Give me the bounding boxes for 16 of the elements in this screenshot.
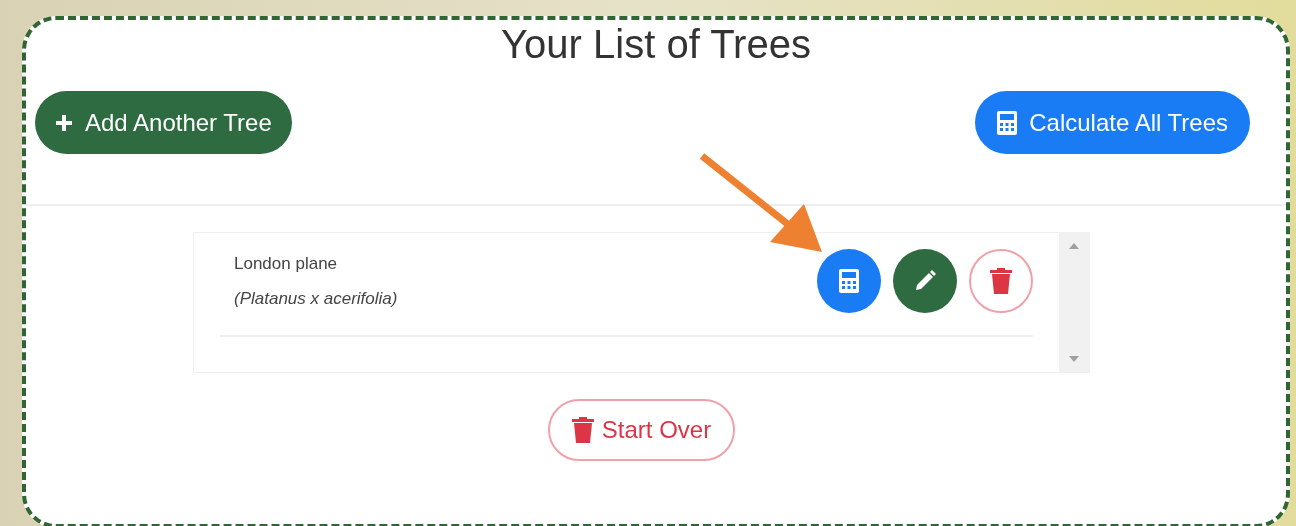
scroll-down-icon[interactable] — [1069, 356, 1079, 362]
tree-scientific-name: (Platanus x acerifolia) — [234, 288, 398, 310]
trash-icon — [990, 268, 1012, 294]
page-title: Your List of Trees — [500, 22, 812, 66]
scroll-up-icon[interactable] — [1069, 243, 1079, 249]
add-tree-button[interactable]: Add Another Tree — [35, 91, 292, 154]
calculator-icon — [839, 269, 859, 293]
calculate-all-button[interactable]: Calculate All Trees — [975, 91, 1250, 154]
tree-common-name: London plane — [234, 252, 339, 275]
calculate-tree-button[interactable] — [817, 249, 881, 313]
start-over-button[interactable]: Start Over — [547, 399, 736, 461]
pencil-icon — [913, 269, 937, 293]
trash-icon — [571, 417, 594, 443]
scrollbar[interactable] — [1059, 233, 1089, 372]
calculator-icon — [997, 110, 1018, 135]
plus-icon — [55, 113, 73, 132]
